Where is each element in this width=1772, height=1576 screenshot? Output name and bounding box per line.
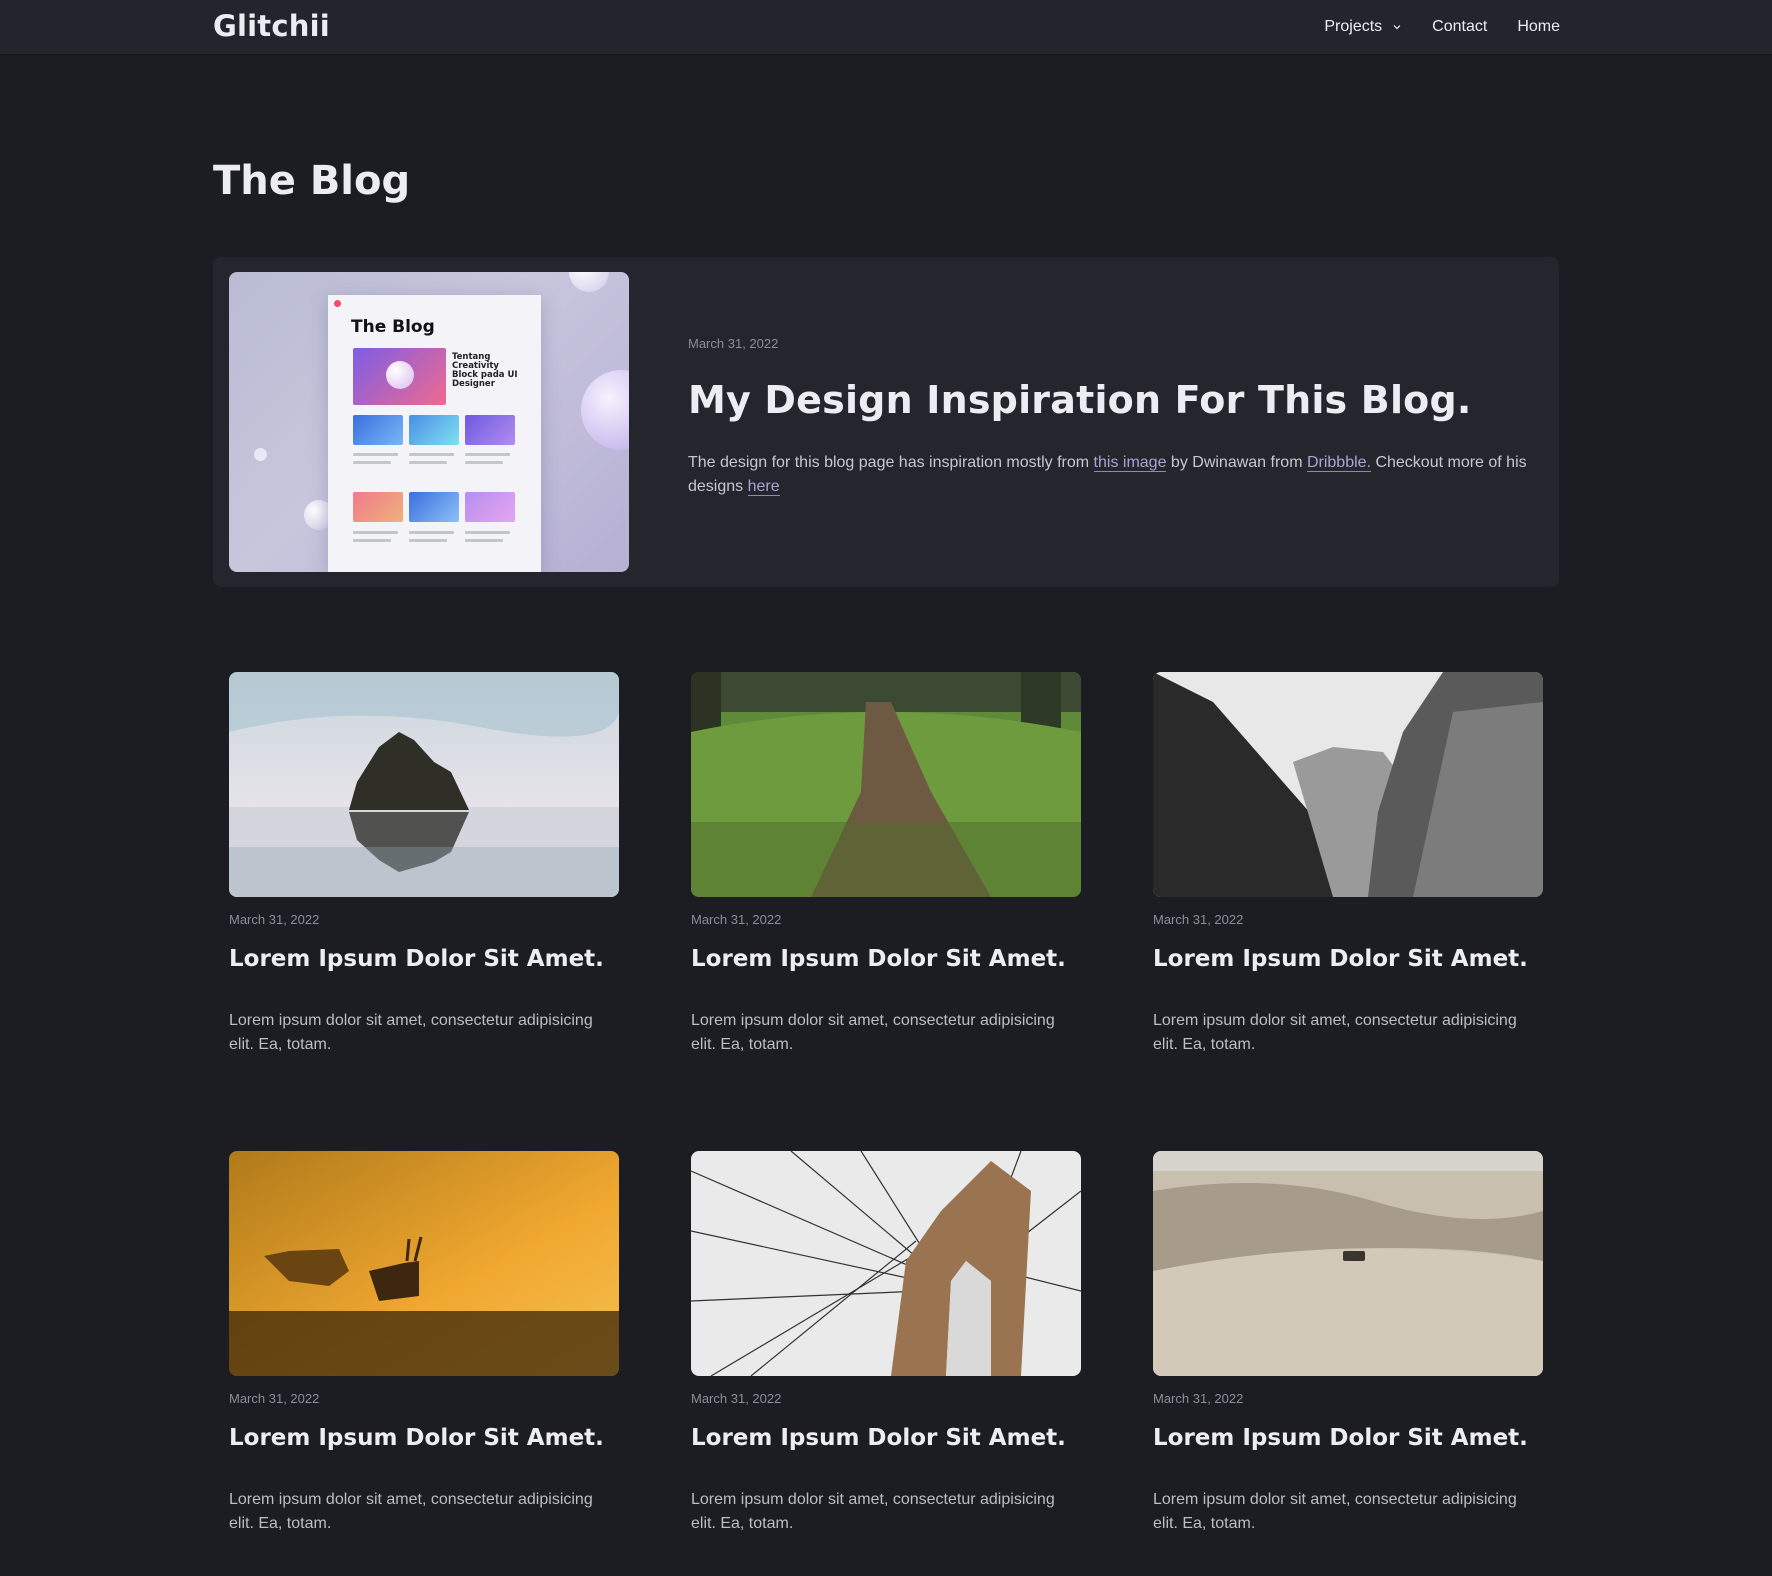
mock-tile bbox=[465, 415, 515, 445]
post-card[interactable]: March 31, 2022 Lorem Ipsum Dolor Sit Ame… bbox=[691, 1151, 1081, 1532]
post-date: March 31, 2022 bbox=[691, 1391, 782, 1406]
mock-tile bbox=[409, 415, 459, 445]
post-card[interactable]: March 31, 2022 Lorem Ipsum Dolor Sit Ame… bbox=[1153, 1151, 1543, 1532]
mock-tile bbox=[409, 492, 459, 522]
mock-title: The Blog bbox=[351, 317, 435, 337]
post-image-desert-dunes[interactable] bbox=[1153, 1151, 1543, 1376]
post-image-sea-rock[interactable] bbox=[229, 672, 619, 897]
navbar: Glitchii Projects Contact Home bbox=[0, 0, 1772, 54]
post-excerpt: Lorem ipsum dolor sit amet, consectetur … bbox=[229, 1491, 593, 1532]
post-excerpt: Lorem ipsum dolor sit amet, consectetur … bbox=[1153, 1491, 1517, 1532]
brand-logo[interactable]: Glitchii bbox=[213, 9, 330, 43]
featured-description: The design for this blog page has inspir… bbox=[688, 451, 1538, 499]
post-excerpt: Lorem ipsum dolor sit amet, consectetur … bbox=[1153, 1012, 1517, 1053]
post-excerpt: Lorem ipsum dolor sit amet, consectetur … bbox=[229, 1012, 593, 1053]
dribbble-link[interactable]: Dribbble. bbox=[1306, 454, 1371, 472]
orb-decoration bbox=[254, 448, 267, 461]
featured-date: March 31, 2022 bbox=[688, 336, 779, 351]
post-card[interactable]: March 31, 2022 Lorem Ipsum Dolor Sit Ame… bbox=[691, 672, 1081, 1053]
post-card[interactable]: March 31, 2022 Lorem Ipsum Dolor Sit Ame… bbox=[229, 672, 619, 1053]
post-title[interactable]: Lorem Ipsum Dolor Sit Amet. bbox=[691, 946, 1066, 972]
orb-decoration bbox=[569, 272, 609, 292]
post-image-bridge-cables[interactable] bbox=[691, 1151, 1081, 1376]
post-date: March 31, 2022 bbox=[1153, 912, 1244, 927]
nav-projects[interactable]: Projects bbox=[1324, 18, 1402, 36]
nav-projects-label: Projects bbox=[1324, 18, 1383, 35]
post-title[interactable]: Lorem Ipsum Dolor Sit Amet. bbox=[691, 1425, 1066, 1451]
post-date: March 31, 2022 bbox=[691, 912, 782, 927]
post-image-misty-valley[interactable] bbox=[1153, 672, 1543, 897]
mock-tile bbox=[353, 415, 403, 445]
nav-home[interactable]: Home bbox=[1517, 18, 1560, 36]
thumbnail-mock-page: The Blog Tentang Creativity Block pada U… bbox=[328, 295, 541, 572]
post-title[interactable]: Lorem Ipsum Dolor Sit Amet. bbox=[1153, 946, 1528, 972]
here-link[interactable]: here bbox=[747, 478, 780, 496]
post-date: March 31, 2022 bbox=[1153, 1391, 1244, 1406]
post-title[interactable]: Lorem Ipsum Dolor Sit Amet. bbox=[1153, 1425, 1528, 1451]
mock-tile bbox=[353, 492, 403, 522]
post-title[interactable]: Lorem Ipsum Dolor Sit Amet. bbox=[229, 1425, 604, 1451]
nav-links: Projects Contact Home bbox=[1324, 0, 1560, 54]
mock-tile bbox=[465, 492, 515, 522]
post-image-forest-path[interactable] bbox=[691, 672, 1081, 897]
post-excerpt: Lorem ipsum dolor sit amet, consectetur … bbox=[691, 1491, 1055, 1532]
post-image-deer-sunrise[interactable] bbox=[229, 1151, 619, 1376]
post-excerpt: Lorem ipsum dolor sit amet, consectetur … bbox=[691, 1012, 1055, 1053]
featured-post-card[interactable]: The Blog Tentang Creativity Block pada U… bbox=[213, 257, 1559, 587]
post-card[interactable]: March 31, 2022 Lorem Ipsum Dolor Sit Ame… bbox=[1153, 672, 1543, 1053]
nav-contact[interactable]: Contact bbox=[1432, 18, 1487, 36]
chevron-down-icon bbox=[1393, 25, 1401, 30]
desc-text: by Dwinawan from bbox=[1166, 454, 1307, 471]
post-date: March 31, 2022 bbox=[229, 912, 320, 927]
this-image-link[interactable]: this image bbox=[1093, 454, 1167, 472]
mock-hero-image bbox=[353, 348, 446, 405]
orb-decoration bbox=[581, 370, 629, 450]
featured-title[interactable]: My Design Inspiration For This Blog. bbox=[688, 378, 1472, 422]
desc-text: The design for this blog page has inspir… bbox=[688, 454, 1094, 471]
featured-thumbnail[interactable]: The Blog Tentang Creativity Block pada U… bbox=[229, 272, 629, 572]
mock-logo-dot bbox=[334, 300, 341, 307]
page-title: The Blog bbox=[213, 158, 411, 204]
mock-hero-text: Tentang Creativity Block pada UI Designe… bbox=[452, 352, 518, 389]
post-date: March 31, 2022 bbox=[229, 1391, 320, 1406]
post-card[interactable]: March 31, 2022 Lorem Ipsum Dolor Sit Ame… bbox=[229, 1151, 619, 1532]
post-title[interactable]: Lorem Ipsum Dolor Sit Amet. bbox=[229, 946, 604, 972]
